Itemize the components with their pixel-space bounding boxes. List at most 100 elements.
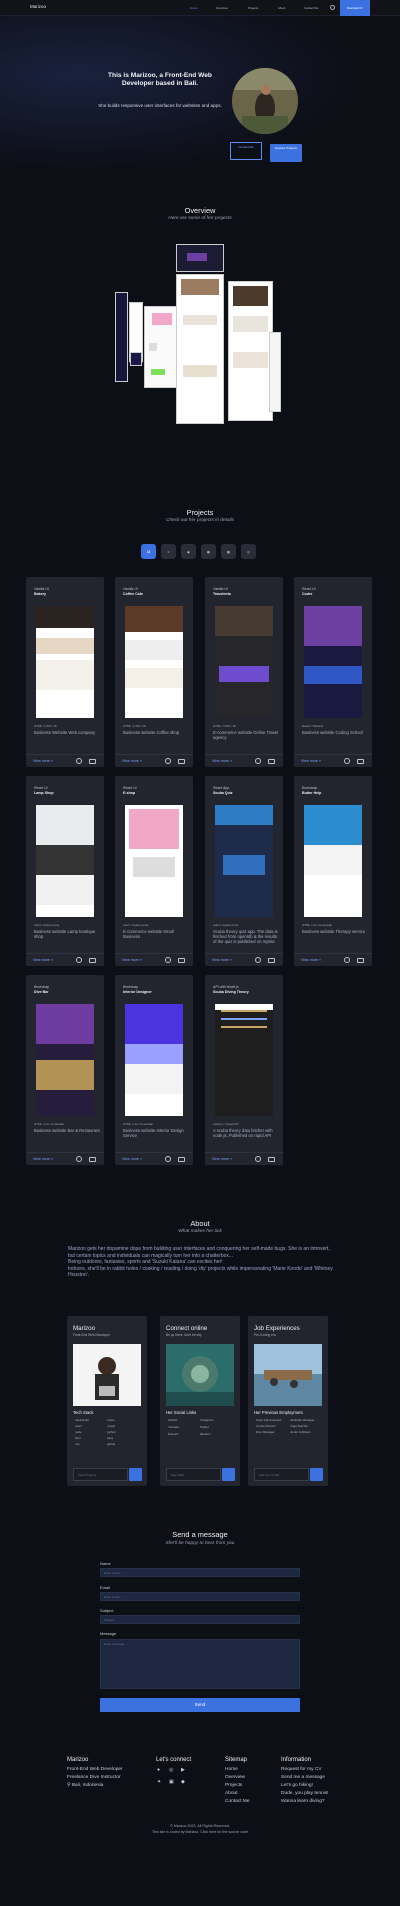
footer-info-link[interactable]: Let's go hiking! (281, 1783, 313, 1788)
footer-info-link[interactable]: Send me a message (281, 1775, 325, 1780)
filter-js-button[interactable]: ▩ (221, 544, 236, 559)
filter-api-button[interactable]: ◎ (241, 544, 256, 559)
cv-input[interactable]: Add me on CM (254, 1468, 309, 1481)
view-more-link[interactable]: View more » (301, 958, 321, 962)
footer-info-link[interactable]: Dude, you play tennis! (281, 1791, 328, 1796)
view-more-link[interactable]: View more » (122, 759, 142, 763)
footer-youtube-icon[interactable]: ▶ (181, 1767, 185, 1773)
filter-react-button[interactable]: ⚛ (161, 544, 176, 559)
message-textarea[interactable]: Enter message... (100, 1639, 300, 1689)
nav-link-overview[interactable]: Overview (216, 6, 228, 10)
footer-medium-icon[interactable]: ◆ (181, 1779, 185, 1785)
github-icon[interactable] (255, 957, 261, 963)
social-link-youtube[interactable]: Youtube (168, 1425, 179, 1429)
footer-twitter-icon[interactable]: ✦ (157, 1779, 161, 1785)
download-icon[interactable] (310, 1468, 323, 1481)
github-icon[interactable] (165, 1156, 171, 1162)
project-thumbnail[interactable] (304, 606, 362, 718)
social-link-github[interactable]: GitHub (168, 1418, 177, 1422)
footer-sitemap-link[interactable]: About (225, 1791, 238, 1796)
about-subtitle: What makes her tick (178, 1229, 222, 1234)
external-link-icon[interactable] (357, 958, 364, 963)
footer-sitemap-link[interactable]: Contact Me (225, 1799, 250, 1804)
view-more-link[interactable]: View more » (33, 958, 53, 962)
search-icon[interactable] (129, 1468, 142, 1481)
view-more-link[interactable]: View more » (122, 1157, 142, 1161)
filter-all-button[interactable]: All (141, 544, 156, 559)
footer-info-link[interactable]: Request for my CV (281, 1767, 322, 1772)
footer-sitemap-link[interactable]: Overview (225, 1775, 245, 1780)
filter-next-button[interactable]: ◉ (181, 544, 196, 559)
project-tech: React UI (34, 786, 48, 790)
brand-logo[interactable]: Marizoo (30, 4, 46, 9)
message-input[interactable]: Say hello! (166, 1468, 221, 1481)
nav-link-projects[interactable]: Projects (248, 6, 258, 10)
project-thumbnail[interactable] (125, 1004, 183, 1116)
social-link-instagram[interactable]: Instagram (200, 1418, 213, 1422)
social-link-medium[interactable]: Medium (200, 1432, 211, 1436)
nav-link-home[interactable]: Home (190, 6, 197, 10)
send-button[interactable]: Send (100, 1698, 300, 1712)
footer-instagram-icon[interactable]: ◎ (169, 1767, 173, 1773)
project-thumbnail[interactable] (36, 805, 94, 917)
projects-input[interactable]: View Projects (73, 1468, 128, 1481)
footer-sitemap-link[interactable]: Home (225, 1767, 238, 1772)
view-more-link[interactable]: View more » (301, 759, 321, 763)
footer-info-link[interactable]: Wanna learn diving? (281, 1799, 325, 1804)
external-link-icon[interactable] (178, 1157, 185, 1162)
subject-label: Subject (100, 1608, 114, 1613)
view-more-link[interactable]: View more » (33, 1157, 53, 1161)
filter-html-button[interactable]: ▦ (201, 544, 216, 559)
github-icon[interactable] (255, 1156, 261, 1162)
github-icon[interactable] (344, 957, 350, 963)
project-thumbnail[interactable] (304, 805, 362, 917)
source-credit-link[interactable]: This site is coded by Marizoo. Click her… (0, 1830, 400, 1834)
github-icon[interactable] (255, 758, 261, 764)
view-more-link[interactable]: View more » (122, 958, 142, 962)
project-thumbnail[interactable] (215, 606, 273, 718)
explore-projects-button[interactable]: Explore Projects (270, 144, 302, 162)
github-icon[interactable] (165, 758, 171, 764)
social-link-discord[interactable]: Discord (168, 1432, 178, 1436)
project-thumbnail[interactable] (36, 1004, 94, 1116)
github-icon[interactable] (76, 1156, 82, 1162)
overview-shot (144, 306, 180, 388)
email-input[interactable]: Enter email... (100, 1592, 300, 1601)
footer-github-icon[interactable]: ● (157, 1767, 160, 1773)
view-more-link[interactable]: View more » (33, 759, 53, 763)
social-link-twitter[interactable]: Twitter (200, 1425, 209, 1429)
external-link-icon[interactable] (178, 759, 185, 764)
github-icon[interactable] (76, 758, 82, 764)
view-more-link[interactable]: View more » (212, 759, 232, 763)
theme-toggle-icon[interactable] (330, 5, 335, 10)
project-thumbnail[interactable] (125, 606, 183, 718)
view-more-link[interactable]: View more » (212, 1157, 232, 1161)
external-link-icon[interactable] (89, 759, 96, 764)
project-thumbnail[interactable] (215, 805, 273, 917)
github-icon[interactable] (165, 957, 171, 963)
external-link-icon[interactable] (357, 759, 364, 764)
nav-link-about[interactable]: About (278, 6, 285, 10)
name-label: Name (100, 1561, 111, 1566)
github-icon[interactable] (344, 758, 350, 764)
send-icon[interactable] (222, 1468, 235, 1481)
external-link-icon[interactable] (89, 958, 96, 963)
view-more-link[interactable]: View more » (212, 958, 232, 962)
external-link-icon[interactable] (268, 759, 275, 764)
footer-sitemap-link[interactable]: Projects (225, 1783, 242, 1788)
external-link-icon[interactable] (89, 1157, 96, 1162)
project-thumbnail[interactable] (125, 805, 183, 917)
project-thumbnail[interactable] (215, 1004, 273, 1116)
external-link-icon[interactable] (178, 958, 185, 963)
name-input[interactable]: Enter name... (100, 1568, 300, 1577)
footer-linkedin-icon[interactable]: ▣ (169, 1779, 174, 1785)
external-link-icon[interactable] (268, 1157, 275, 1162)
contact-me-button[interactable]: Contact Me (230, 142, 262, 160)
external-link-icon[interactable] (268, 958, 275, 963)
nav-link-contact[interactable]: Contact Me (304, 6, 318, 10)
subject-input[interactable]: Subject (100, 1615, 300, 1624)
project-thumbnail[interactable] (36, 606, 94, 718)
download-cv-button[interactable]: Download CV (340, 0, 370, 17)
github-icon[interactable] (76, 957, 82, 963)
tech-item: mysql (107, 1424, 115, 1428)
